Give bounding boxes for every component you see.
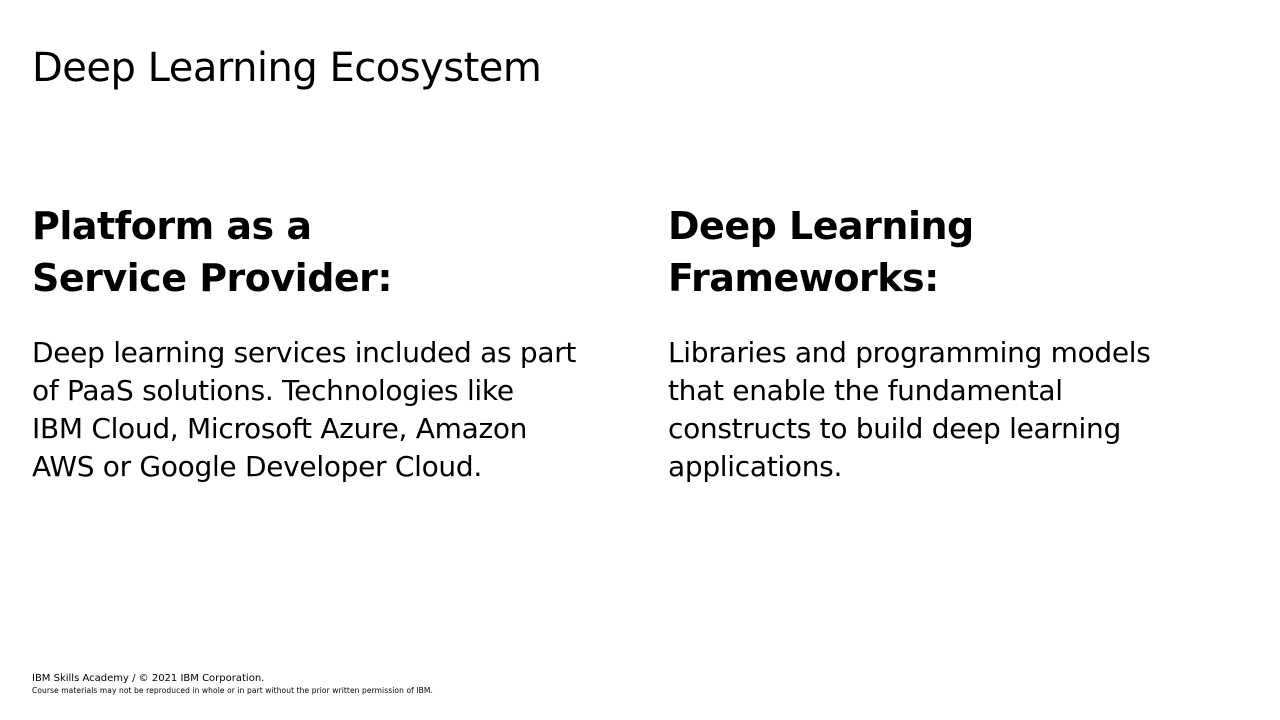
footer-notice: Course materials may not be reproduced i…	[32, 686, 433, 695]
body-line: AWS or Google Developer Cloud.	[32, 450, 482, 483]
column-heading-paas: Platform as a Service Provider:	[32, 200, 612, 304]
body-line: Libraries and programming models	[668, 336, 1151, 369]
footer: IBM Skills Academy / © 2021 IBM Corporat…	[32, 672, 433, 696]
body-line: IBM Cloud, Microsoft Azure, Amazon	[32, 412, 528, 445]
heading-line: Platform as a	[32, 204, 312, 248]
column-paas: Platform as a Service Provider: Deep lea…	[32, 200, 612, 483]
body-line: constructs to build deep learning	[668, 412, 1121, 445]
body-line: of PaaS solutions. Technologies like	[32, 374, 514, 407]
footer-copyright: IBM Skills Academy / © 2021 IBM Corporat…	[32, 673, 265, 684]
body-line: Deep learning services included as part	[32, 336, 577, 369]
column-body-paas: Deep learning services included as part …	[32, 334, 612, 486]
body-line: that enable the fundamental	[668, 374, 1063, 407]
heading-line: Deep Learning	[668, 204, 974, 248]
heading-line: Frameworks:	[668, 256, 939, 300]
body-line: applications.	[668, 450, 843, 483]
column-frameworks: Deep Learning Frameworks: Libraries and …	[668, 200, 1248, 483]
column-heading-frameworks: Deep Learning Frameworks:	[668, 200, 1248, 304]
column-body-frameworks: Libraries and programming models that en…	[668, 334, 1248, 486]
slide: Deep Learning Ecosystem Platform as a Se…	[0, 0, 1280, 720]
slide-title: Deep Learning Ecosystem	[32, 45, 542, 91]
heading-line: Service Provider:	[32, 256, 393, 300]
